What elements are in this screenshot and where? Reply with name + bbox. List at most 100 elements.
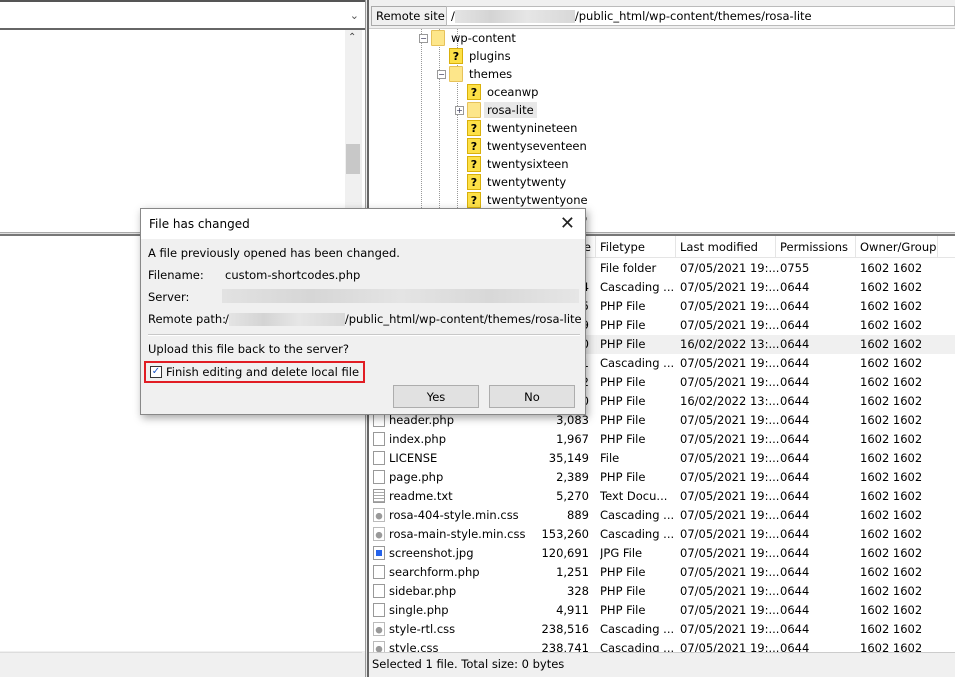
file-row[interactable]: searchform.php 1,251 PHP File 07/05/2021 19…	[369, 563, 955, 582]
file-row[interactable]: index.php 1,967 PHP File 07/05/2021 19:... 0…	[369, 430, 955, 449]
local-directory-tree[interactable]: ⌄ ⌃	[0, 0, 365, 234]
dialog-title: File has changed	[149, 217, 250, 231]
tree-item[interactable]: ? twentysixteen	[455, 155, 572, 173]
owner-group-cell: 1602 1602	[860, 641, 923, 652]
file-icon	[373, 451, 385, 465]
tree-item-label: twentynineteen	[487, 121, 578, 135]
tree-item[interactable]: ? twentytwentyone	[455, 191, 591, 209]
file-name: sidebar.php	[389, 584, 457, 598]
permissions-cell: 0644	[780, 470, 810, 484]
expand-icon[interactable]: +	[455, 105, 464, 115]
file-name: index.php	[389, 432, 447, 446]
file-type-cell: Text Docu...	[600, 489, 668, 503]
file-size-cell: 889	[567, 508, 589, 522]
remote-path-input[interactable]: //public_html/wp-content/themes/rosa-lit…	[446, 6, 955, 26]
scrollbar-thumb[interactable]	[346, 144, 360, 174]
file-row[interactable]: LICENSE 35,149 File 07/05/2021 19:... 0644 16…	[369, 449, 955, 468]
column-last-modified[interactable]: Last modified	[676, 236, 776, 258]
file-row[interactable]: screenshot.jpg 120,691 JPG File 07/05/2021 …	[369, 544, 955, 563]
unknown-folder-icon: ?	[449, 48, 463, 64]
file-type-cell: File	[600, 451, 620, 465]
tree-item-label: twentysixteen	[487, 157, 569, 171]
collapse-icon[interactable]: −	[437, 69, 446, 79]
owner-group-cell: 1602 1602	[860, 356, 923, 370]
chevron-down-icon[interactable]: ⌄	[350, 9, 359, 22]
owner-group-cell: 1602 1602	[860, 318, 923, 332]
tree-item-label: twentytwenty	[487, 175, 567, 189]
tree-item[interactable]: − themes	[437, 65, 515, 83]
scroll-up-icon[interactable]: ⌃	[348, 32, 356, 43]
file-row[interactable]: page.php 2,389 PHP File 07/05/2021 19:... 06…	[369, 468, 955, 487]
local-tree-scrollbar[interactable]: ⌃	[345, 30, 362, 234]
owner-group-cell: 1602 1602	[860, 603, 923, 617]
last-modified-cell: 07/05/2021 19:...	[680, 641, 780, 652]
permissions-cell: 0644	[780, 451, 810, 465]
folder-icon	[467, 102, 481, 118]
file-row[interactable]: style.css 238,741 Cascading ... 07/05/2021 …	[369, 639, 955, 652]
file-row[interactable]: readme.txt 5,270 Text Docu... 07/05/2021 19…	[369, 487, 955, 506]
close-icon[interactable]: ✕	[560, 213, 575, 234]
finish-editing-checkbox-highlight[interactable]: ✓ Finish editing and delete local file	[144, 361, 366, 383]
owner-group-cell: 1602 1602	[860, 413, 923, 427]
permissions-cell: 0644	[780, 546, 810, 560]
owner-group-cell: 1602 1602	[860, 375, 923, 389]
folder-icon	[431, 30, 445, 46]
tree-item[interactable]: ? oceanwp	[455, 83, 541, 101]
file-row[interactable]: rosa-main-style.min.css 153,260 Cascading …	[369, 525, 955, 544]
server-label: Server:	[148, 290, 190, 304]
file-size-cell: 5,270	[556, 489, 589, 503]
tree-guide-line	[421, 29, 422, 232]
column-owner-group[interactable]: Owner/Group	[856, 236, 938, 258]
owner-group-cell: 1602 1602	[860, 565, 923, 579]
tree-item[interactable]: ? twentytwenty	[455, 173, 569, 191]
collapse-icon[interactable]: −	[419, 33, 428, 43]
column-filetype[interactable]: Filetype	[596, 236, 676, 258]
owner-group-cell: 1602 1602	[860, 280, 923, 294]
tree-item[interactable]: ? twentyseventeen	[455, 137, 590, 155]
permissions-cell: 0644	[780, 641, 810, 652]
last-modified-cell: 07/05/2021 19:...	[680, 565, 780, 579]
tree-item-label: oceanwp	[487, 85, 539, 99]
tree-item[interactable]: ? plugins	[437, 47, 514, 65]
file-type-cell: File folder	[600, 261, 657, 275]
file-row[interactable]: sidebar.php 328 PHP File 07/05/2021 19:... 0…	[369, 582, 955, 601]
file-name: LICENSE	[389, 451, 438, 465]
last-modified-cell: 07/05/2021 19:...	[680, 280, 780, 294]
remote-directory-tree[interactable]: − wp-content? plugins − themes? oceanwp + rosa-…	[369, 28, 955, 232]
tree-item-label: plugins	[469, 49, 511, 63]
owner-group-cell: 1602 1602	[860, 432, 923, 446]
permissions-cell: 0644	[780, 299, 810, 313]
finish-editing-checkbox-label[interactable]: Finish editing and delete local file	[166, 365, 359, 379]
checkbox-checked-icon[interactable]: ✓	[150, 366, 162, 378]
no-button[interactable]: No	[489, 385, 575, 408]
file-size-cell: 238,741	[541, 641, 589, 652]
file-size-cell: 328	[567, 584, 589, 598]
file-row[interactable]: single.php 4,911 PHP File 07/05/2021 19:...…	[369, 601, 955, 620]
tree-item[interactable]: − wp-content	[419, 29, 519, 47]
file-row[interactable]: style-rtl.css 238,516 Cascading ... 07/05/2…	[369, 620, 955, 639]
remote-site-bar: Remote site: //public_html/wp-content/th…	[369, 4, 955, 28]
permissions-cell: 0644	[780, 622, 810, 636]
image-file-icon	[373, 546, 385, 560]
last-modified-cell: 07/05/2021 19:...	[680, 299, 780, 313]
file-name: style-rtl.css	[389, 622, 456, 636]
tree-item[interactable]: ? twentynineteen	[455, 119, 580, 137]
file-type-cell: PHP File	[600, 337, 646, 351]
file-size-cell: 238,516	[541, 622, 589, 636]
local-site-combo[interactable]: ⌄	[0, 6, 365, 30]
file-type-cell: PHP File	[600, 603, 646, 617]
permissions-cell: 0644	[780, 584, 810, 598]
last-modified-cell: 07/05/2021 19:...	[680, 261, 780, 275]
css-file-icon	[373, 527, 385, 541]
last-modified-cell: 16/02/2022 13:...	[680, 337, 780, 351]
dialog-path-suffix: /public_html/wp-content/themes/rosa-lite	[344, 312, 582, 326]
file-name: page.php	[389, 470, 444, 484]
file-row[interactable]: rosa-404-style.min.css 889 Cascading ... 07…	[369, 506, 955, 525]
last-modified-cell: 07/05/2021 19:...	[680, 603, 780, 617]
tree-item[interactable]: + rosa-lite	[455, 101, 537, 119]
folder-icon	[449, 66, 463, 82]
yes-button[interactable]: Yes	[393, 385, 479, 408]
upload-question: Upload this file back to the server?	[148, 342, 349, 356]
permissions-cell: 0644	[780, 356, 810, 370]
column-permissions[interactable]: Permissions	[776, 236, 856, 258]
